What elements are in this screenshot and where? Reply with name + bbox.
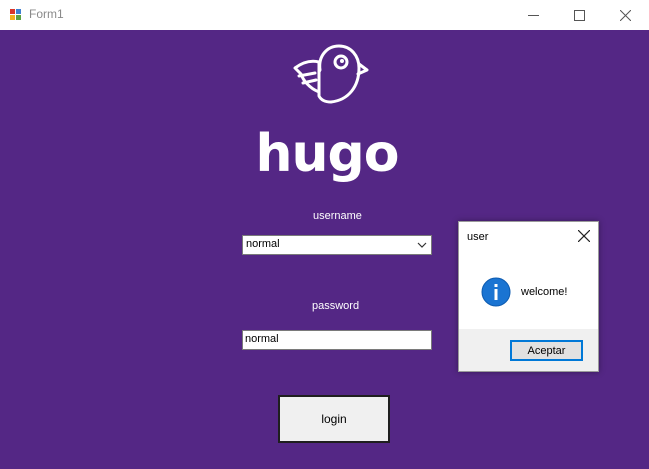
maximize-button[interactable] [556, 0, 602, 30]
username-value: normal [246, 238, 280, 250]
message-dialog: user welcome! Aceptar [458, 221, 599, 372]
username-combobox[interactable]: normal [242, 235, 432, 255]
window-title: Form1 [29, 7, 64, 21]
title-bar: Form1 [0, 0, 649, 30]
bird-logo [293, 44, 369, 104]
username-label: username [313, 210, 362, 222]
login-button[interactable]: login [278, 395, 390, 443]
brand-logo-text: hugo [255, 124, 400, 184]
maximize-icon [573, 9, 585, 21]
app-icon [9, 8, 22, 21]
close-button[interactable] [602, 0, 648, 30]
minimize-icon [527, 14, 539, 16]
close-icon[interactable] [578, 230, 590, 242]
dialog-message: welcome! [521, 286, 568, 298]
close-icon [619, 9, 631, 21]
info-icon [481, 277, 511, 307]
dialog-footer: Aceptar [459, 329, 598, 371]
chevron-down-icon[interactable] [417, 241, 427, 249]
ok-button[interactable]: Aceptar [510, 340, 583, 361]
password-field[interactable]: normal [242, 330, 432, 350]
dialog-title: user [467, 231, 489, 243]
password-label: password [312, 300, 360, 312]
minimize-button[interactable] [510, 0, 556, 30]
